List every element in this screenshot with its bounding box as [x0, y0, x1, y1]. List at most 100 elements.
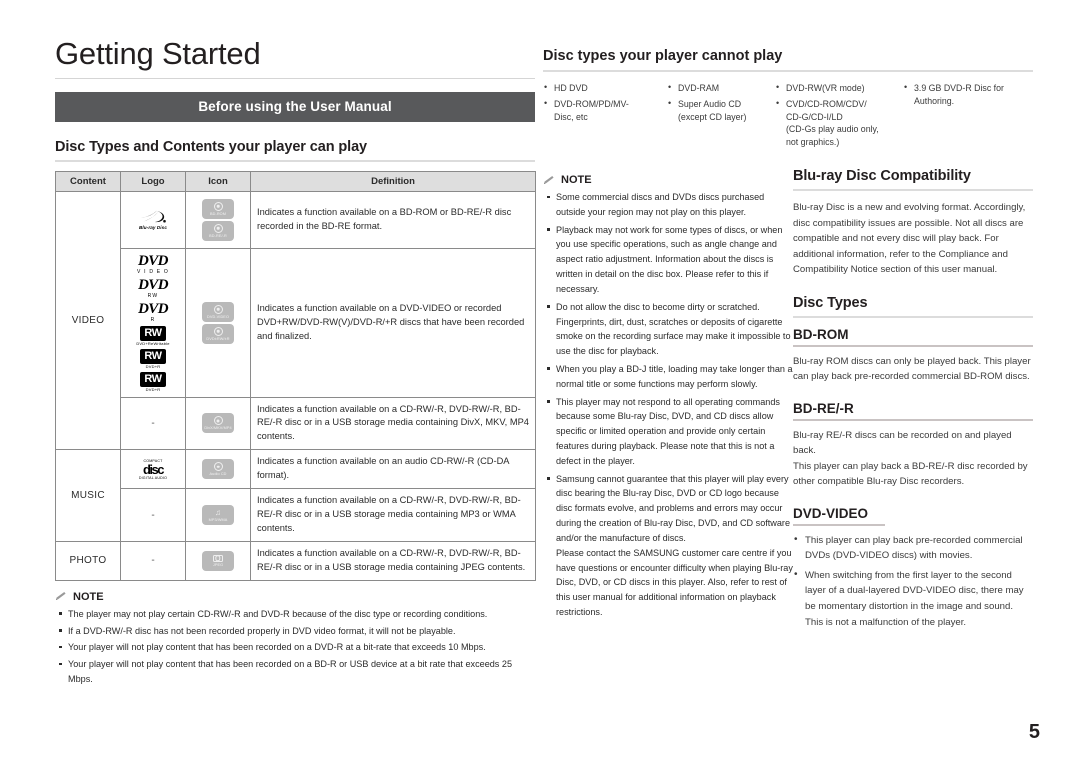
bd-rom-icon: BD-ROM: [202, 198, 234, 219]
cannot-play-section: Disc types your player cannot play HD DV…: [543, 48, 1033, 152]
cell-icon-bd: BD-ROM BD-RE/-R: [185, 190, 251, 249]
dvd-rw-logo: DVD RW: [138, 276, 168, 299]
list-item-line: Super Audio CD: [678, 98, 742, 109]
dvd-video-icon-label: DVD-VIDEO: [207, 314, 229, 319]
bluray-compatibility-body: Blu-ray Disc is a new and evolving forma…: [793, 202, 1026, 276]
blu-ray-disc-logo: Blu-ray Disc: [127, 209, 179, 230]
cell-icon-mp3: ♫ MP3/WMA: [185, 488, 251, 543]
dvd-video-logo: DVD V I D E O: [137, 253, 169, 275]
dvd-video-list: This player can play back pre-recorded c…: [793, 532, 1033, 630]
disc-glyph: [213, 304, 223, 314]
cell-logo-mp3: -: [120, 488, 186, 543]
list-item-line: 3.9 GB DVD-R Disc for: [914, 83, 1004, 93]
dvd-rw-rerecordable-logo: RW DVD+ReWritable: [136, 325, 170, 346]
note-item: Playback may not work for some types of …: [543, 223, 795, 297]
cannot-play-col-4: 3.9 GB DVD-R Disc for Authoring.: [903, 81, 1033, 152]
note-item: The player may not play certain CD-RW/-R…: [55, 607, 535, 622]
manual-page: Getting Started Before using the User Ma…: [0, 0, 1080, 770]
middle-note-block: NOTE Some commercial discs and DVDs disc…: [543, 174, 795, 623]
note-header: NOTE: [543, 174, 795, 186]
bd-re-r-body: Blu-ray RE/-R discs can be recorded on a…: [793, 429, 1028, 488]
section-bar: Before using the User Manual: [55, 91, 535, 122]
pencil-icon: [544, 175, 554, 184]
cannot-play-heading: Disc types your player cannot play: [543, 48, 783, 64]
cell-definition-bd: Indicates a function available on a BD-R…: [250, 190, 536, 249]
compact-disc-digital-audio-logo: COMPACT disc DIGITAL AUDIO: [127, 459, 179, 480]
dvd-wordmark: DVD: [138, 276, 168, 293]
list-item-line: CD-G/CD-I/LD: [786, 111, 843, 122]
disc-glyph: [213, 201, 223, 211]
disc-glyph: [213, 223, 223, 233]
pencil-icon: [56, 592, 66, 601]
list-item: 3.9 GB DVD-R Disc for Authoring.: [903, 81, 1033, 108]
note-title: NOTE: [73, 590, 104, 603]
bd-re-r-heading: BD-RE/-R: [793, 400, 854, 416]
cd-logo-bottom-label: DIGITAL AUDIO: [138, 475, 168, 480]
mp3-wma-icon-label: MP3/WMA: [208, 517, 228, 522]
list-item: CVD/CD-ROM/CDV/ CD-G/CD-I/LD (CD-Gs play…: [775, 97, 903, 149]
left-note-list: The player may not play certain CD-RW/-R…: [55, 607, 535, 687]
cell-content-photo: PHOTO: [55, 541, 121, 581]
table-row: MUSIC COMPACT disc DIGITAL AUDIO Audio C…: [55, 449, 536, 543]
bd-rom-body: Blu-ray ROM discs can only be played bac…: [793, 355, 1031, 383]
disc-types-heading: Disc Types: [793, 294, 868, 311]
page-number: 5: [1028, 721, 1040, 743]
list-item: When switching from the first layer to t…: [793, 567, 1033, 630]
cell-icon-audio-cd: Audio CD: [185, 449, 251, 490]
cell-definition-audio-cd: Indicates a function available on an aud…: [250, 449, 536, 490]
cell-logo-dvd-family: DVD V I D E O DVD RW DVD R RW DVD+ReWrit…: [120, 247, 186, 398]
cannot-play-col-1: HD DVD DVD-ROM/PD/MV- Disc, etc: [543, 81, 667, 152]
list-item-line: CVD/CD-ROM/CDV/: [786, 98, 867, 109]
bd-re-r-icon: BD-RE/-R: [202, 220, 234, 241]
film-glyph: [213, 416, 223, 426]
bd-re-r-icon-label: BD-RE/-R: [209, 233, 227, 238]
list-item-line: Disc, etc: [554, 111, 588, 122]
cell-logo-divx: -: [120, 396, 186, 451]
cell-definition-mp3: Indicates a function available on a CD-R…: [250, 488, 536, 543]
bd-rom-heading: BD-ROM: [793, 326, 849, 342]
cannot-play-col-2: DVD-RAM Super Audio CD (except CD layer): [667, 81, 775, 152]
list-item-line: DVD-ROM/PD/MV-: [554, 98, 629, 109]
jpeg-icon-label: JPEG: [212, 562, 224, 567]
disc-types-rule: [793, 315, 1033, 318]
audio-cd-icon-label: Audio CD: [209, 472, 227, 477]
rw-box: RW: [140, 325, 166, 341]
list-item: This player can play back pre-recorded c…: [793, 532, 1033, 564]
bd-rom-icon-label: BD-ROM: [210, 211, 226, 216]
note-item: This player may not respond to all opera…: [543, 395, 795, 469]
bd-re-r-rule: [793, 418, 1033, 421]
cell-icon-dvd: DVD-VIDEO DVD±RW/±R: [185, 247, 251, 398]
logo-placeholder-dash: -: [151, 555, 155, 567]
divx-mkv-mp4-icon: DivX/MKV/MP4: [202, 413, 234, 434]
dvd-video-rule: [793, 523, 885, 526]
dvd-plus-r-label: DVD+R: [145, 363, 161, 369]
table-heading-rule: [55, 159, 535, 162]
cell-icon-jpeg: JPEG: [185, 541, 251, 581]
list-item-line: (CD-Gs play audio only,: [786, 124, 879, 135]
rw-box: RW: [140, 371, 166, 387]
column-header-logo: Logo: [120, 170, 186, 192]
logo-placeholder-dash: -: [151, 417, 155, 429]
note-item: Samsung cannot guarantee that this playe…: [543, 472, 795, 620]
left-note-block: NOTE The player may not play certain CD-…: [55, 591, 535, 687]
cell-icon-divx: DivX/MKV/MP4: [185, 396, 251, 451]
disc-types-table: Content Logo Icon Definition VIDEO Blu-r…: [55, 170, 536, 581]
dvd-rw-rerecordable-label: DVD+ReWritable: [136, 340, 170, 346]
table-row: DVD V I D E O DVD RW DVD R RW DVD+ReWrit…: [56, 247, 536, 398]
column-header-content: Content: [55, 170, 121, 192]
cell-logo-cd: COMPACT disc DIGITAL AUDIO: [120, 449, 186, 490]
middle-note-list: Some commercial discs and DVDs discs pur…: [543, 190, 795, 620]
page-title: Getting Started: [55, 36, 261, 71]
cell-definition-jpeg: Indicates a function available on a CD-R…: [250, 541, 536, 581]
bluray-compatibility-rule: [793, 189, 1033, 191]
dvd-video-logo-label: V I D E O: [137, 268, 169, 275]
table-row: - ♫ MP3/WMA Indicates a function availab…: [56, 488, 536, 543]
cell-definition-divx: Indicates a function available on a CD-R…: [250, 396, 536, 451]
list-item-line: Authoring.: [914, 95, 955, 106]
title-rule: [55, 77, 535, 79]
dvd-rw-r-icon-label: DVD±RW/±R: [206, 336, 230, 341]
cell-content-video: VIDEO: [55, 190, 121, 451]
list-item-line: (except CD layer): [678, 111, 747, 122]
table-header-row: Content Logo Icon Definition: [55, 170, 536, 192]
dvd-rw-logo-label: RW: [147, 292, 159, 299]
